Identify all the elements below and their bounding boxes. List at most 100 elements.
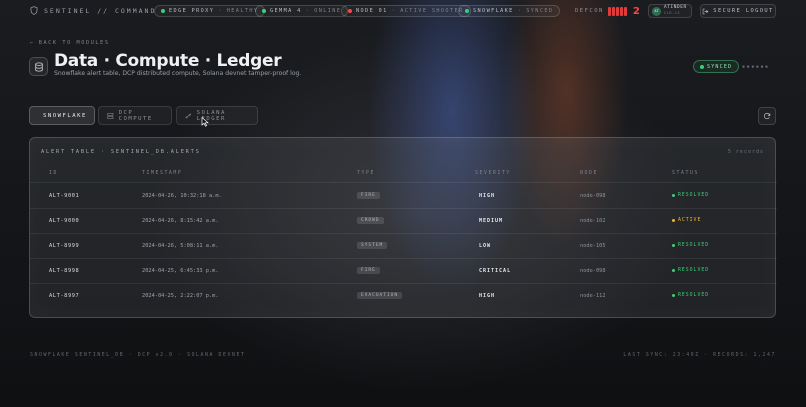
mouse-cursor-icon [201, 117, 209, 127]
type-badge: SYSTEM [357, 242, 388, 249]
logout-icon [703, 8, 709, 14]
status-pill-snowflake[interactable]: SNOWFLAKE · SYNCED [458, 5, 561, 17]
column-header-type[interactable]: TYPE [357, 171, 375, 176]
secure-logout-button[interactable]: SECURE LOGOUT [700, 4, 776, 18]
server-icon [107, 112, 114, 119]
sync-status-label: SYNCED [707, 63, 733, 70]
user-clearance: CLR-L3 [664, 11, 680, 15]
column-header-severity[interactable]: SEVERITY [475, 171, 511, 176]
pill-label: SNOWFLAKE [473, 8, 514, 14]
alert-timestamp: 2024-04-26, 5:08:11 a.m. [142, 242, 219, 249]
defcon-label: DEFCON [575, 8, 604, 14]
severity-label: LOW [479, 242, 492, 249]
alert-id: ALT-9000 [49, 217, 80, 224]
tab-label: SNOWFLAKE [43, 112, 87, 119]
back-to-modules-link[interactable]: ← BACK TO MODULES [30, 40, 110, 46]
defcon-bars-icon [607, 6, 627, 16]
link-icon [185, 113, 191, 118]
column-header-timestamp[interactable]: TIMESTAMP [142, 171, 182, 176]
table-row[interactable]: ALT-8999 2024-04-26, 5:08:11 a.m. SYSTEM… [30, 233, 777, 258]
tab-solana-ledger[interactable]: SOLANA LEDGER [176, 106, 258, 125]
tab-dcp-compute[interactable]: DCP COMPUTE [98, 106, 172, 125]
record-count: 5 records [727, 149, 764, 155]
database-icon [29, 57, 48, 76]
node-id: node-105 [580, 242, 606, 249]
table-row[interactable]: ALT-9001 2024-04-26, 10:32:18 a.m. FIRE … [30, 183, 777, 208]
alert-timestamp: 2024-04-26, 10:32:18 a.m. [142, 192, 222, 199]
type-badge: FIRE [357, 267, 380, 274]
severity-label: HIGH [479, 292, 496, 299]
alert-timestamp: 2024-04-25, 6:45:33 p.m. [142, 267, 219, 274]
footer-sources: SNOWFLAKE SENTINEL_DB · DCP v2.0 · SOLAN… [30, 353, 246, 358]
status-dot-icon [672, 219, 675, 222]
type-badge: FIRE [357, 192, 380, 199]
type-badge: CROWD [357, 217, 384, 224]
column-header-node[interactable]: NODE [580, 171, 598, 176]
status-pill-node-01[interactable]: NODE 01 · ACTIVE SHOOTER [341, 5, 471, 17]
defcon-indicator: DEFCON 2 [575, 5, 641, 17]
pill-status: HEALTHY [226, 8, 259, 14]
pill-status: SYNCED [526, 8, 554, 14]
status-badge: ACTIVE [672, 218, 701, 223]
redacted-code: ▪▪▪▪▪▪ [742, 64, 770, 70]
tab-snowflake[interactable]: SNOWFLAKE [29, 106, 95, 125]
brand-label: SENTINEL // COMMAND [44, 6, 157, 15]
table-title: ALERT TABLE · SENTINEL_DB.ALERTS [41, 149, 201, 155]
pill-label: NODE 01 [356, 8, 388, 14]
pill-status: ONLINE [314, 8, 342, 14]
back-label: BACK TO MODULES [38, 40, 110, 46]
status-dot-icon [262, 9, 266, 13]
status-dot-icon [672, 194, 675, 197]
table-row[interactable]: ALT-8998 2024-04-25, 6:45:33 p.m. FIRE C… [30, 258, 777, 283]
table-row[interactable]: ALT-8997 2024-04-25, 2:22:07 p.m. EVACUA… [30, 283, 777, 308]
node-id: node-112 [580, 292, 606, 299]
type-badge: EVACUATION [357, 292, 403, 299]
status-dot-icon [672, 244, 675, 247]
brand: SENTINEL // COMMAND [30, 6, 156, 15]
pill-label: GEMMA 4 [270, 8, 302, 14]
status-badge: RESOLVED [672, 193, 709, 198]
severity-label: MEDIUM [479, 217, 504, 224]
severity-label: HIGH [479, 192, 496, 199]
logout-label: SECURE LOGOUT [713, 8, 774, 14]
node-id: node-102 [580, 217, 606, 224]
alert-id: ALT-8999 [49, 242, 80, 249]
shield-icon [30, 6, 38, 15]
alert-timestamp: 2024-04-26, 8:15:42 a.m. [142, 217, 219, 224]
node-id: node-098 [580, 192, 606, 199]
status-dot-icon [465, 9, 469, 13]
column-header-status[interactable]: STATUS [672, 171, 699, 176]
status-badge: RESOLVED [672, 243, 709, 248]
status-dot-icon [161, 9, 165, 13]
page-title: Data · Compute · Ledger [54, 51, 282, 71]
node-id: node-098 [580, 267, 606, 274]
alert-id: ALT-8998 [49, 267, 80, 274]
status-pill-edge-proxy[interactable]: EDGE PROXY · HEALTHY [154, 5, 266, 17]
footer-sync-info: LAST SYNC: 23:40Z · RECORDS: 1,247 [623, 353, 776, 358]
sync-status-badge: SYNCED [693, 60, 740, 73]
pill-label: EDGE PROXY [169, 8, 215, 14]
status-badge: RESOLVED [672, 293, 709, 298]
status-dot-icon [672, 269, 675, 272]
alert-table-panel: ALERT TABLE · SENTINEL_DB.ALERTS 5 recor… [29, 137, 777, 318]
alert-id: ALT-8997 [49, 292, 80, 299]
pill-status: ACTIVE SHOOTER [400, 8, 464, 14]
user-badge[interactable]: AT ATINDER CLR-L3 [648, 4, 692, 18]
avatar: AT [652, 6, 661, 16]
tab-label: DCP COMPUTE [118, 109, 153, 122]
status-badge: RESOLVED [672, 268, 709, 273]
status-dot-icon [348, 9, 352, 13]
refresh-icon [763, 112, 771, 120]
defcon-level: 2 [632, 5, 642, 17]
status-dot-icon [672, 294, 675, 297]
status-pill-gemma[interactable]: GEMMA 4 · ONLINE [255, 5, 349, 17]
refresh-button[interactable] [758, 107, 776, 125]
severity-label: CRITICAL [479, 267, 512, 274]
page-subtitle: Snowflake alert table, DCP distributed c… [54, 70, 302, 77]
alert-id: ALT-9001 [49, 192, 80, 199]
table-row[interactable]: ALT-9000 2024-04-26, 8:15:42 a.m. CROWD … [30, 208, 777, 233]
column-header-id[interactable]: ID [49, 171, 58, 176]
alert-timestamp: 2024-04-25, 2:22:07 p.m. [142, 292, 219, 299]
status-dot-icon [700, 64, 704, 69]
arrow-left-icon: ← [30, 40, 35, 46]
